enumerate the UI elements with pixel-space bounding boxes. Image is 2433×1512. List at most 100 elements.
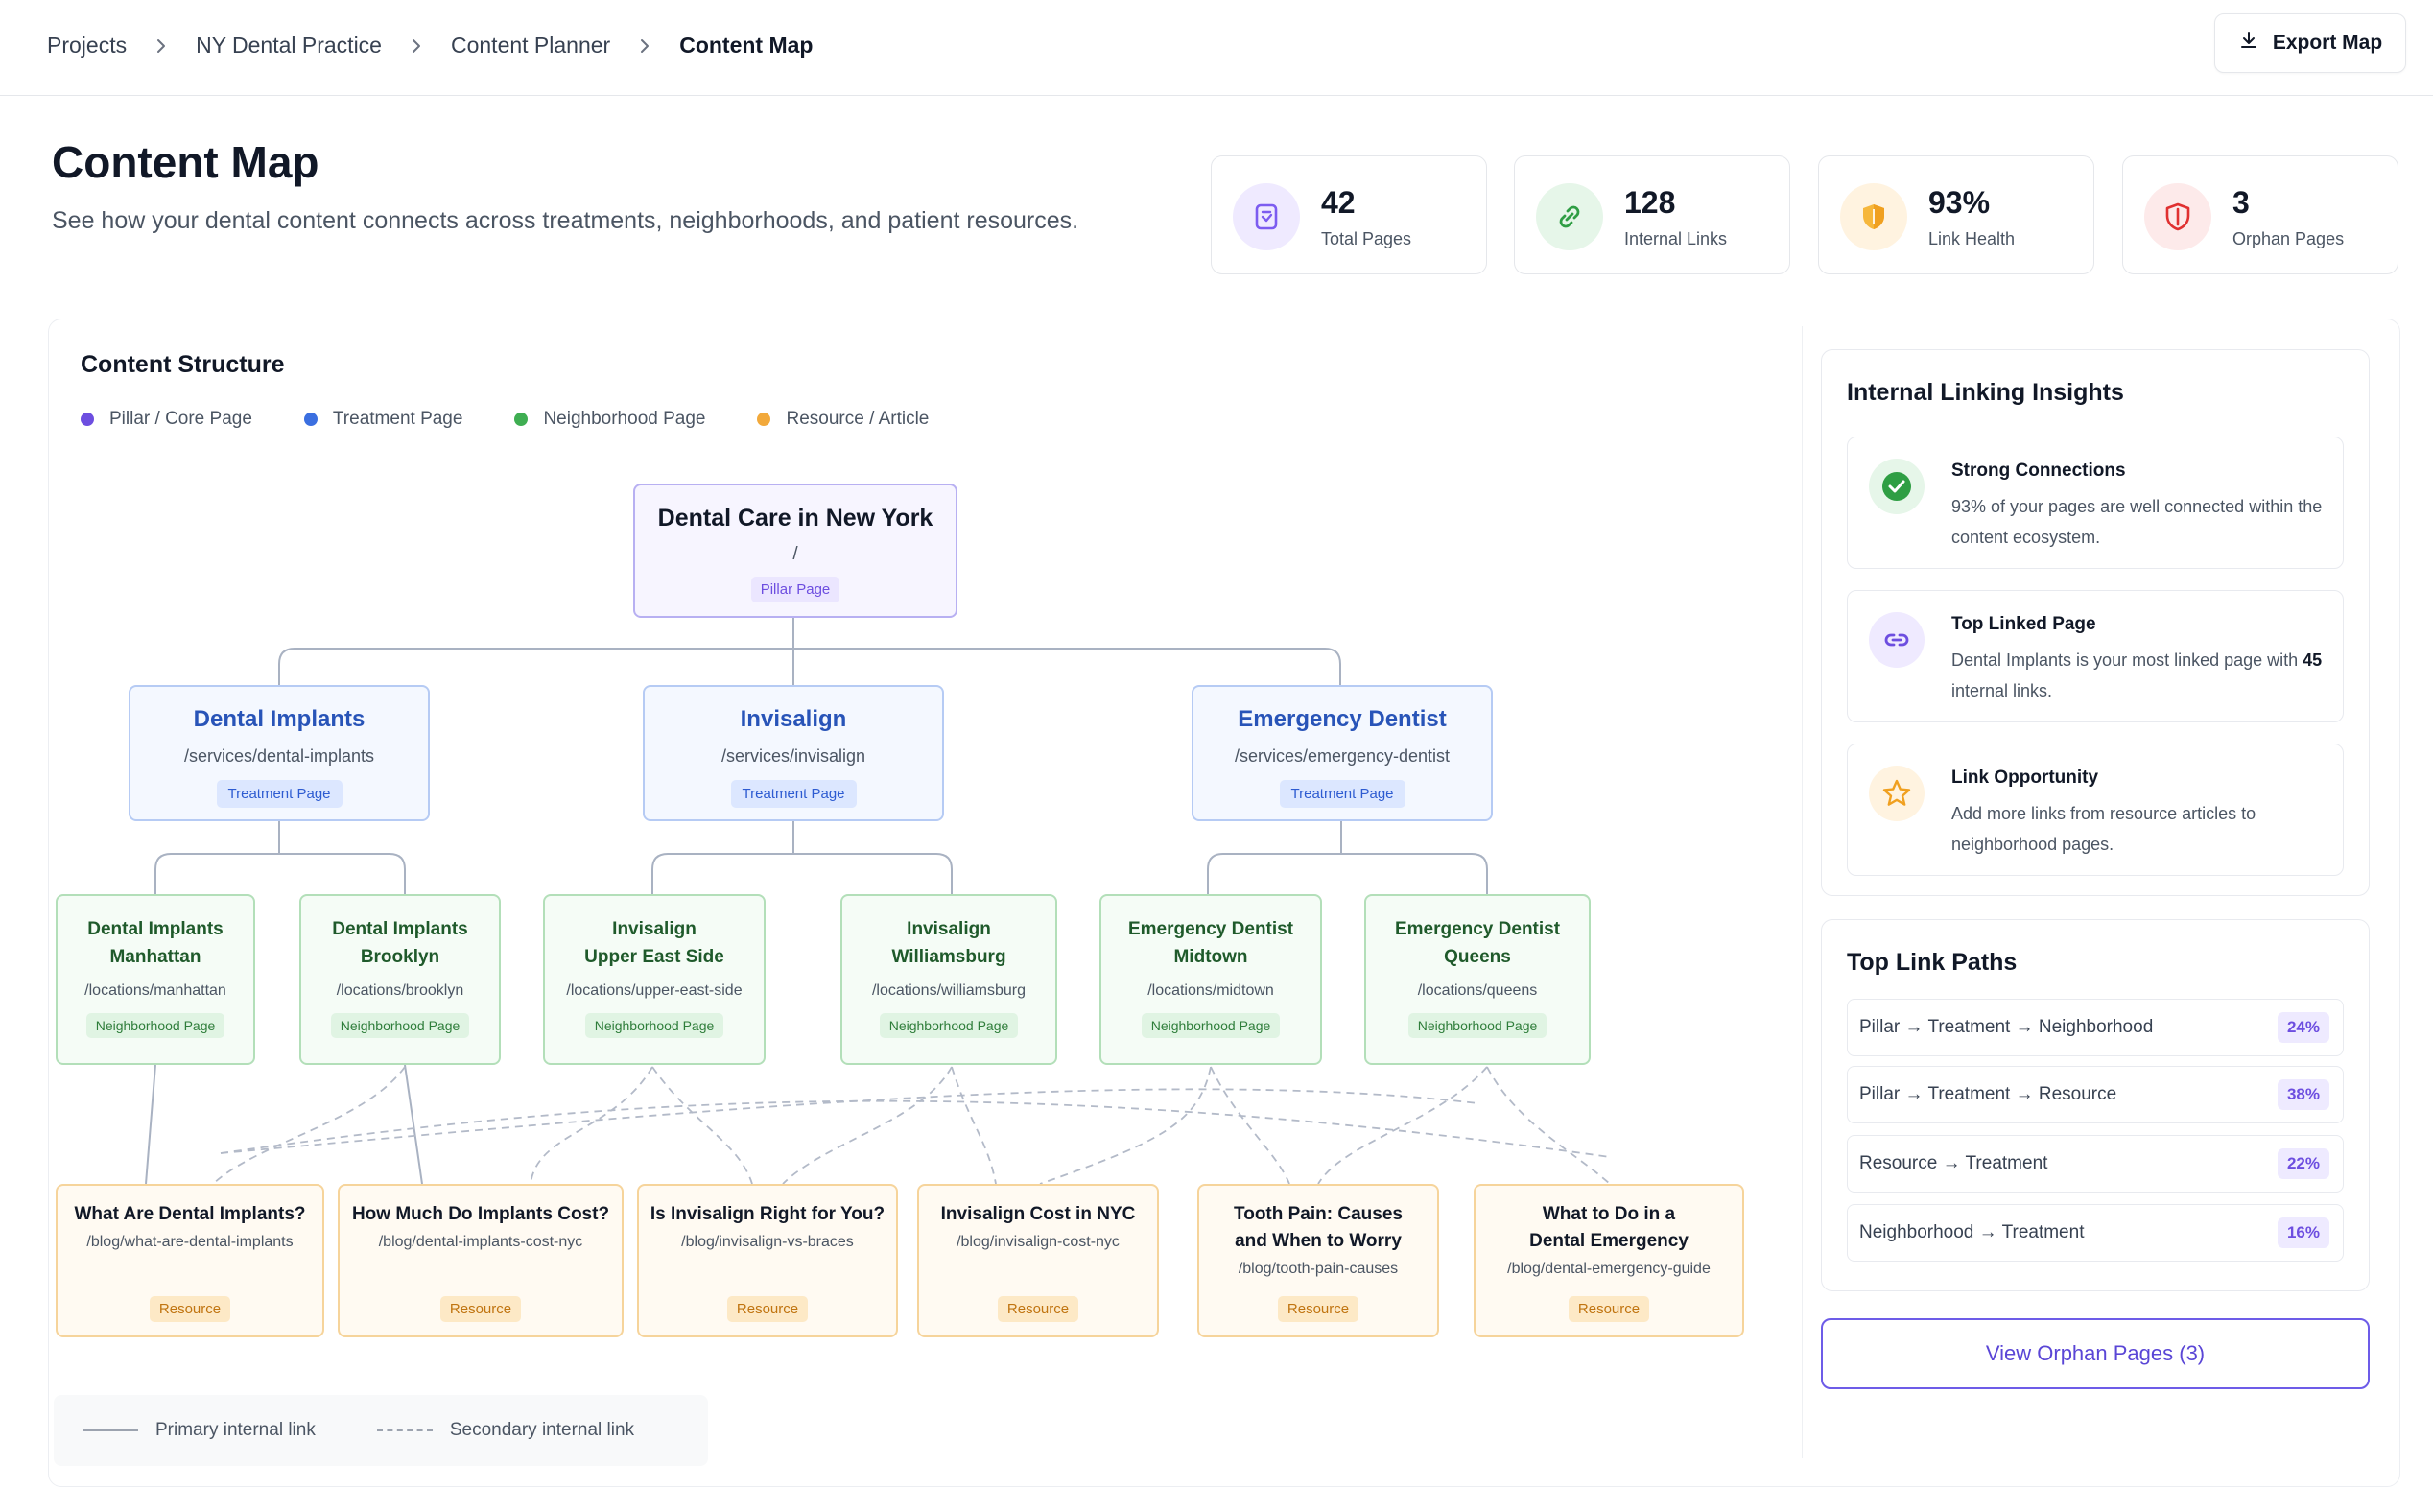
shield-alert-icon (2144, 183, 2211, 250)
node-badge: Resource (997, 1296, 1079, 1322)
stat-value: 93% (1928, 185, 1991, 220)
node-path: /locations/brooklyn (336, 982, 464, 999)
linking-insights-title: Internal Linking Insights (1847, 379, 2124, 406)
link-icon (1869, 612, 1925, 668)
node-path: /services/dental-implants (183, 746, 375, 766)
link-path-percent: 38% (2277, 1079, 2329, 1110)
node-path: /services/invisalign (720, 746, 866, 766)
node-path: /locations/midtown (1147, 982, 1274, 999)
node-badge: Resource (439, 1296, 522, 1322)
node-title: What to Do in a Dental Emergency (1529, 1204, 1689, 1251)
node-path: /blog/dental-implants-cost-nyc (378, 1234, 583, 1250)
link-path-percent: 16% (2277, 1217, 2329, 1248)
node-type-legend: Pillar / Core Page Treatment Page Neighb… (81, 409, 980, 430)
node-badge: Treatment Page (216, 780, 343, 808)
node-path: /locations/williamsburg (871, 982, 1027, 999)
link-path-row: Pillar → Treatment → Neighborhood 24% (1847, 999, 2344, 1056)
page-title: Content Map (52, 137, 319, 187)
legend-item-neighborhood: Neighborhood Page (514, 409, 705, 430)
link-path-percent: 22% (2277, 1148, 2329, 1179)
link-icon (1536, 183, 1603, 250)
neighborhood-node[interactable]: Dental Implants Manhattan /locations/manh… (56, 894, 255, 1065)
resource-node[interactable]: Is Invisalign Right for You? /blog/invis… (637, 1184, 898, 1337)
neighborhood-node[interactable]: Dental Implants Brooklyn /locations/brook… (299, 894, 501, 1065)
export-map-button[interactable]: Export Map (2214, 13, 2406, 73)
legend-item-treatment: Treatment Page (303, 409, 462, 430)
resource-node[interactable]: Invisalign Cost in NYC /blog/invisalign-… (917, 1184, 1159, 1337)
top-link-paths-title: Top Link Paths (1847, 949, 2018, 976)
node-badge: Treatment Page (730, 780, 857, 808)
node-title: Invisalign Upper East Side (584, 919, 724, 967)
breadcrumb-projects[interactable]: Projects (47, 33, 127, 59)
neighborhood-node[interactable]: Invisalign Upper East Side /locations/upp… (543, 894, 766, 1065)
node-title: Dental Implants Manhattan (87, 919, 224, 967)
link-path-percent: 24% (2277, 1012, 2329, 1043)
pillar-node[interactable]: Dental Care in New York / Pillar Page (633, 484, 957, 618)
resource-node[interactable]: How Much Do Implants Cost? /blog/dental-… (338, 1184, 624, 1337)
node-badge: Treatment Page (1279, 780, 1405, 808)
node-title: Invisalign Williamsburg (891, 919, 1006, 967)
insight-title: Top Linked Page (1951, 614, 2096, 634)
breadcrumb-practice[interactable]: NY Dental Practice (196, 33, 382, 59)
node-title: How Much Do Implants Cost? (351, 1204, 610, 1224)
insight-desc: 93% of your pages are well connected wit… (1951, 497, 2323, 547)
panel-divider (1802, 326, 1803, 1458)
link-path-text: Resource → Treatment (1859, 1153, 2048, 1173)
page-subtitle: See how your dental content connects acr… (52, 207, 1079, 234)
stat-label: Link Health (1928, 229, 2016, 248)
view-orphan-pages-button[interactable]: View Orphan Pages (3) (1821, 1318, 2370, 1389)
link-path-row: Pillar → Treatment → Resource 38% (1847, 1066, 2344, 1123)
node-path: /locations/manhattan (84, 982, 226, 999)
treatment-node-emergency-dentist[interactable]: Emergency Dentist /services/emergency-de… (1192, 685, 1493, 821)
top-bar: Projects NY Dental Practice Content Plan… (0, 0, 2433, 96)
stat-internal-links: 128 Internal Links (1514, 155, 1790, 274)
node-badge: Resource (1277, 1296, 1359, 1322)
node-title: Emergency Dentist Midtown (1127, 919, 1294, 967)
node-badge: Resource (726, 1296, 809, 1322)
legend-item-resource: Resource / Article (757, 409, 929, 430)
node-badge: Resource (149, 1296, 231, 1322)
node-title: Is Invisalign Right for You? (650, 1204, 886, 1224)
legend-item-pillar: Pillar / Core Page (81, 409, 252, 430)
neighborhood-node[interactable]: Emergency Dentist Midtown /locations/midt… (1099, 894, 1322, 1065)
neighborhood-node[interactable]: Invisalign Williamsburg /locations/willia… (840, 894, 1057, 1065)
node-badge: Neighborhood Page (1407, 1013, 1547, 1038)
treatment-node-invisalign[interactable]: Invisalign /services/invisalign Treatmen… (643, 685, 944, 821)
node-badge: Neighborhood Page (85, 1013, 225, 1038)
resource-node[interactable]: What to Do in a Dental Emergency /blog/de… (1474, 1184, 1744, 1337)
node-badge: Neighborhood Page (1141, 1013, 1281, 1038)
breadcrumb-current: Content Map (679, 33, 814, 58)
link-path-row: Resource → Treatment 22% (1847, 1135, 2344, 1193)
stat-orphan-pages: 3 Orphan Pages (2122, 155, 2398, 274)
neighborhood-node[interactable]: Emergency Dentist Queens /locations/queen… (1364, 894, 1591, 1065)
node-path: /services/emergency-dentist (1234, 746, 1451, 766)
insight-title: Strong Connections (1951, 461, 2126, 481)
legend-secondary-link: Secondary internal link (376, 1420, 634, 1441)
treatment-node-dental-implants[interactable]: Dental Implants /services/dental-implant… (129, 685, 430, 821)
insight-desc: Dental Implants is your most linked page… (1951, 650, 2323, 700)
breadcrumb-planner[interactable]: Content Planner (451, 33, 610, 59)
resource-node[interactable]: Tooth Pain: Causes and When to Worry /blo… (1197, 1184, 1439, 1337)
shield-icon (1840, 183, 1907, 250)
link-path-text: Neighborhood → Treatment (1859, 1222, 2085, 1242)
node-title: Dental Implants (193, 706, 366, 732)
node-path: /blog/tooth-pain-causes (1238, 1261, 1399, 1277)
insight-title: Link Opportunity (1951, 768, 2099, 788)
node-title: Tooth Pain: Causes and When to Worry (1234, 1204, 1403, 1251)
insight-link-opportunity: Link Opportunity Add more links from res… (1847, 744, 2344, 876)
legend-primary-link: Primary internal link (83, 1420, 316, 1441)
link-path-text: Pillar → Treatment → Resource (1859, 1084, 2117, 1104)
link-path-row: Neighborhood → Treatment 16% (1847, 1204, 2344, 1262)
node-badge: Neighborhood Page (584, 1013, 724, 1038)
download-icon (2238, 30, 2259, 57)
node-badge: Neighborhood Page (879, 1013, 1019, 1038)
chevron-right-icon (639, 37, 650, 55)
resource-node[interactable]: What Are Dental Implants? /blog/what-are… (56, 1184, 324, 1337)
node-title: What Are Dental Implants? (74, 1204, 306, 1224)
node-path: /locations/upper-east-side (566, 982, 743, 999)
stat-label: Internal Links (1624, 229, 1728, 248)
page-icon (1233, 183, 1300, 250)
node-badge: Resource (1568, 1296, 1650, 1322)
node-path: /blog/what-are-dental-implants (86, 1234, 294, 1250)
stat-label: Orphan Pages (2232, 229, 2345, 248)
